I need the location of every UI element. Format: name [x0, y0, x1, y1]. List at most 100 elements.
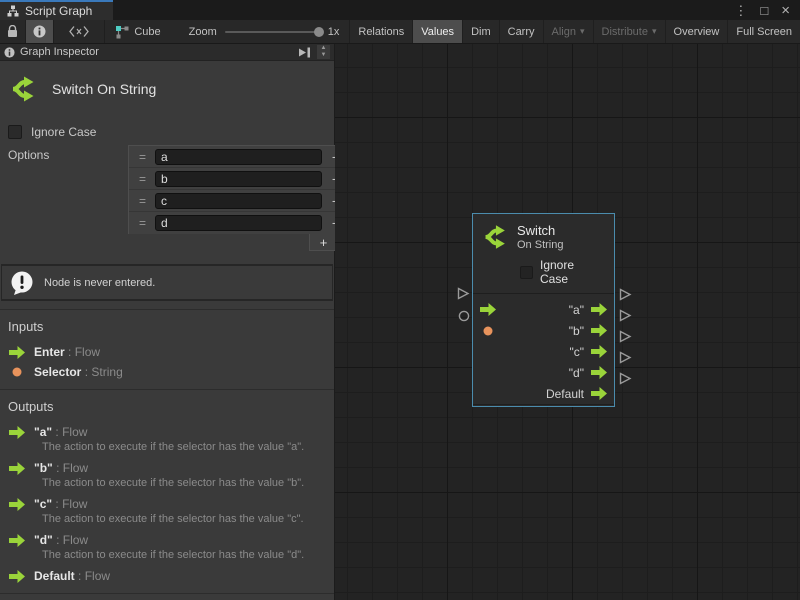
outputs-section: Outputs "a" : Flow The action to execute…	[0, 389, 334, 593]
warning-text: Node is never entered.	[44, 277, 155, 289]
drag-handle-icon[interactable]: =	[129, 216, 155, 230]
distribute-dropdown[interactable]: Distribute▾	[594, 20, 666, 43]
option-row: = −	[129, 190, 350, 212]
code-preview-button[interactable]	[54, 20, 105, 43]
dim-button[interactable]: Dim	[463, 20, 500, 43]
option-row: = −	[129, 168, 350, 190]
port-d-label: "d"	[569, 366, 584, 380]
info-icon	[4, 47, 15, 58]
switch-on-string-node[interactable]: Switch On String Ignore Case "a"	[472, 213, 615, 407]
node-title-header: Switch On String	[0, 61, 334, 123]
align-dropdown[interactable]: Align▾	[544, 20, 594, 43]
inspector-toggle-button[interactable]	[26, 20, 54, 43]
options-label: Options	[8, 145, 128, 162]
node-subtitle: On String	[517, 239, 563, 251]
scroll-down-icon[interactable]: ▼	[317, 52, 330, 59]
flow-arrow-icon	[8, 534, 25, 547]
output-port-b: "b" : Flow	[0, 457, 334, 477]
code-icon	[69, 26, 89, 37]
graph-target-chip[interactable]: Cube	[105, 20, 170, 43]
ignore-case-row: Ignore Case	[0, 123, 334, 141]
zoom-slider-handle[interactable]	[314, 27, 324, 37]
add-option-row: +	[128, 234, 351, 251]
target-label: Cube	[134, 26, 160, 38]
close-icon[interactable]: ×	[781, 3, 790, 18]
graph-hierarchy-icon	[7, 5, 19, 17]
port-default-label: Default	[546, 387, 584, 401]
panel-scroll-arrows[interactable]: ▲ ▼	[317, 45, 330, 59]
option-input[interactable]	[155, 193, 322, 209]
options-list: = − = − = −	[128, 145, 351, 234]
enter-port-external-triangle[interactable]	[457, 287, 470, 300]
drag-handle-icon[interactable]: =	[129, 194, 155, 208]
option-input[interactable]	[155, 149, 322, 165]
ignore-case-checkbox[interactable]	[8, 125, 22, 139]
flow-arrow-icon	[8, 426, 25, 439]
port-b-flow-icon[interactable]	[591, 324, 607, 337]
port-a-external-triangle[interactable]	[619, 288, 632, 301]
zoom-slider[interactable]	[225, 31, 320, 33]
script-graph-window: Script Graph ⋮ □ × Cube	[0, 0, 800, 600]
chevron-down-icon: ▾	[580, 26, 585, 37]
port-c-label: "c"	[569, 345, 584, 359]
port-b-external-triangle[interactable]	[619, 309, 632, 322]
add-option-button[interactable]: +	[309, 234, 338, 251]
option-input[interactable]	[155, 215, 322, 231]
outputs-title: Outputs	[0, 390, 334, 421]
flow-arrow-icon	[8, 498, 25, 511]
graph-canvas[interactable]: Switch On String Ignore Case "a"	[335, 44, 800, 600]
kebab-menu-icon[interactable]: ⋮	[734, 4, 747, 17]
output-port-a-description: The action to execute if the selector ha…	[0, 441, 334, 457]
maximize-icon[interactable]: □	[760, 4, 768, 17]
switch-on-string-icon	[482, 222, 508, 252]
info-icon	[33, 25, 46, 38]
carry-button[interactable]: Carry	[500, 20, 544, 43]
port-default-flow-icon[interactable]	[591, 387, 607, 400]
output-port-c: "c" : Flow	[0, 493, 334, 513]
option-input[interactable]	[155, 171, 322, 187]
overview-button[interactable]: Overview	[666, 20, 729, 43]
lock-button[interactable]	[0, 20, 26, 43]
drag-handle-icon[interactable]: =	[129, 150, 155, 164]
selector-port-external-circle[interactable]	[458, 310, 470, 322]
relations-button[interactable]: Relations	[349, 20, 413, 43]
inspector-title: Graph Inspector	[20, 46, 293, 58]
tab-script-graph[interactable]: Script Graph	[0, 0, 113, 20]
port-b-label: "b"	[569, 324, 584, 338]
dock-panel-button[interactable]	[298, 47, 312, 58]
flow-arrow-icon	[8, 462, 25, 475]
port-d-flow-icon[interactable]	[591, 366, 607, 379]
warning-icon	[10, 271, 33, 294]
flow-arrow-icon	[8, 570, 25, 583]
zoom-label: Zoom	[189, 26, 217, 38]
port-a-flow-icon[interactable]	[591, 303, 607, 316]
node-footer	[473, 404, 614, 414]
values-button[interactable]: Values	[413, 20, 463, 43]
option-row: = −	[129, 212, 350, 234]
port-d-external-triangle[interactable]	[619, 351, 632, 364]
fullscreen-button[interactable]: Full Screen	[728, 20, 800, 43]
selector-port-icon[interactable]	[483, 326, 493, 336]
node-header: Switch On String Ignore Case	[473, 214, 614, 293]
graph-node-icon	[115, 25, 129, 39]
output-port-d: "d" : Flow	[0, 529, 334, 549]
zoom-control: Zoom 1x	[171, 20, 350, 43]
zoom-value: 1x	[328, 26, 340, 38]
scroll-up-icon[interactable]: ▲	[317, 45, 330, 52]
node-body: "a" "b" "c"	[473, 293, 614, 404]
node-ignore-case-label: Ignore Case	[540, 258, 605, 286]
output-port-c-description: The action to execute if the selector ha…	[0, 513, 334, 529]
port-c-external-triangle[interactable]	[619, 330, 632, 343]
port-default-external-triangle[interactable]	[619, 372, 632, 385]
lock-icon	[7, 25, 18, 38]
input-port-selector: Selector : String	[0, 361, 334, 381]
output-port-default: Default : Flow	[0, 565, 334, 585]
flow-arrow-icon	[8, 346, 25, 359]
inspector-bottom-area	[0, 593, 334, 600]
input-port-enter: Enter : Flow	[0, 341, 334, 361]
node-ignore-case-checkbox[interactable]	[520, 266, 533, 279]
enter-port-icon[interactable]	[480, 303, 496, 316]
drag-handle-icon[interactable]: =	[129, 172, 155, 186]
port-c-flow-icon[interactable]	[591, 345, 607, 358]
string-port-icon	[8, 367, 25, 377]
